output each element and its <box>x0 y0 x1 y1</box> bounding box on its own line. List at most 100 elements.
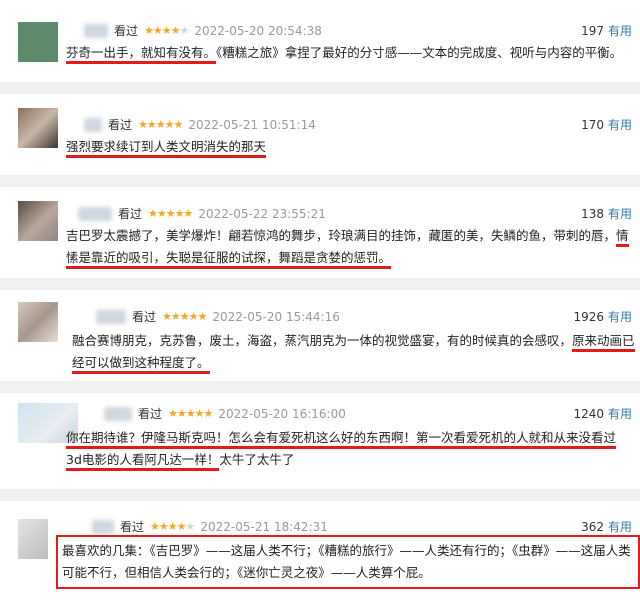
rating-stars: ★★★★★ <box>168 407 214 420</box>
review-time: 2022-05-20 20:54:38 <box>194 23 322 38</box>
username[interactable] <box>84 23 108 38</box>
review-time: 2022-05-20 15:44:16 <box>212 309 340 324</box>
vote-number: 1926 <box>573 310 604 324</box>
vote-number: 362 <box>581 520 604 534</box>
divider <box>0 82 640 94</box>
vote-count: 1926 有用 <box>573 308 632 325</box>
star-icon: ★ <box>152 24 163 37</box>
star-icon: ★ <box>167 520 178 533</box>
avatar[interactable] <box>18 201 58 241</box>
star-icon: ★ <box>150 520 160 533</box>
review-card: 看过 ★★★★★ 2022-05-21 18:42:31 362 有用 最喜欢的几… <box>0 501 640 601</box>
username[interactable] <box>84 117 102 132</box>
review-card: 看过 ★★★★★ 2022-05-20 20:54:38 197 有用 芬奇一出手… <box>0 0 640 82</box>
useful-button[interactable]: 有用 <box>608 24 632 38</box>
star-icon: ★ <box>161 24 172 37</box>
useful-button[interactable]: 有用 <box>608 118 632 132</box>
review-text: 融合赛博朋克，克苏鲁，废土，海盗，蒸汽朋克为一体的视觉盛宴，有的时候真的会感叹，… <box>72 330 637 374</box>
star-icon: ★ <box>144 24 154 37</box>
highlighted-text: 强烈要求续订到人类文明消失的那天 <box>66 139 267 158</box>
comment-text: 最喜欢的几集：《吉巴罗》——这届人类不行；《糟糕的旅行》——人类还有行的；《虫群… <box>62 543 631 580</box>
vote-count: 170 有用 <box>581 116 632 133</box>
review-action: 看过 <box>138 407 163 421</box>
review-action: 看过 <box>108 118 133 132</box>
vote-number: 170 <box>581 118 604 132</box>
review-card: 看过 ★★★★★ 2022-05-20 16:16:00 1240 有用 你在期待… <box>0 393 640 489</box>
avatar[interactable] <box>18 22 58 62</box>
review-time: 2022-05-21 10:51:14 <box>188 117 316 132</box>
rating-stars: ★★★★★ <box>148 207 194 220</box>
star-icon: ★ <box>162 310 172 323</box>
username[interactable] <box>96 309 126 324</box>
avatar[interactable] <box>18 108 58 148</box>
review-time: 2022-05-20 16:16:00 <box>218 406 346 421</box>
star-icon: ★ <box>179 310 190 323</box>
star-icon: ★ <box>138 118 148 131</box>
vote-number: 138 <box>581 207 604 221</box>
review-time: 2022-05-21 18:42:31 <box>200 519 328 534</box>
review-text: 芬奇一出手，就知有没有。《糟糕之旅》拿捏了最好的分寸感——文本的完成度、视听与内… <box>66 42 631 64</box>
review-card: 看过 ★★★★★ 2022-05-21 10:51:14 170 有用 强烈要求续… <box>0 94 640 175</box>
star-icon: ★ <box>176 520 187 533</box>
review-card: 看过 ★★★★★ 2022-05-20 15:44:16 1926 有用 融合赛博… <box>0 290 640 381</box>
review-meta: 看过 ★★★★★ 2022-05-22 23:55:21 <box>78 205 326 222</box>
review-meta: 看过 ★★★★★ 2022-05-21 18:42:31 <box>92 518 328 535</box>
avatar[interactable] <box>18 519 48 559</box>
review-meta: 看过 ★★★★★ 2022-05-20 15:44:16 <box>96 308 340 325</box>
comment-text: 《糟糕之旅》拿捏了最好的分寸感——文本的完成度、视听与内容的平衡。 <box>216 45 623 60</box>
divider <box>0 278 640 290</box>
divider <box>0 489 640 501</box>
star-icon: ★ <box>174 207 185 220</box>
review-meta: 看过 ★★★★★ 2022-05-20 16:16:00 <box>104 405 346 422</box>
avatar[interactable] <box>18 302 58 342</box>
star-icon: ★ <box>188 310 199 323</box>
highlighted-text: 你在期待谁？伊隆马斯克吗！ <box>66 430 229 449</box>
vote-count: 197 有用 <box>581 22 632 39</box>
star-icon: ★ <box>179 24 190 37</box>
comment-text: 融合赛博朋克，克苏鲁，废土，海盗，蒸汽朋克为一体的视觉盛宴，有的时候真的会感叹， <box>72 333 573 348</box>
star-icon: ★ <box>176 407 187 420</box>
useful-button[interactable]: 有用 <box>608 407 632 421</box>
review-text: 最喜欢的几集：《吉巴罗》——这届人类不行；《糟糕的旅行》——人类还有行的；《虫群… <box>56 535 640 589</box>
star-icon: ★ <box>170 310 181 323</box>
review-action: 看过 <box>132 310 157 324</box>
useful-button[interactable]: 有用 <box>608 310 632 324</box>
review-text: 吉巴罗太震撼了，美学爆炸！翩若惊鸿的舞步，玲琅满目的挂饰，藏匿的美，失鳞的鱼，带… <box>66 225 631 269</box>
review-meta: 看过 ★★★★★ 2022-05-21 10:51:14 <box>84 116 316 133</box>
review-card: 看过 ★★★★★ 2022-05-22 23:55:21 138 有用 吉巴罗太震… <box>0 187 640 278</box>
rating-stars: ★★★★★ <box>150 520 196 533</box>
vote-number: 197 <box>581 24 604 38</box>
vote-count: 1240 有用 <box>573 405 632 422</box>
star-icon: ★ <box>164 118 175 131</box>
divider <box>0 381 640 393</box>
useful-button[interactable]: 有用 <box>608 520 632 534</box>
username[interactable] <box>104 406 132 421</box>
star-icon: ★ <box>183 207 194 220</box>
review-action: 看过 <box>114 24 139 38</box>
star-icon: ★ <box>185 407 196 420</box>
review-action: 看过 <box>120 520 145 534</box>
rating-stars: ★★★★★ <box>138 118 184 131</box>
vote-number: 1240 <box>573 407 604 421</box>
star-icon: ★ <box>185 520 196 533</box>
username[interactable] <box>78 206 112 221</box>
star-icon: ★ <box>168 407 178 420</box>
comment-text: 太牛了太牛了 <box>219 452 295 467</box>
useful-button[interactable]: 有用 <box>608 207 632 221</box>
divider <box>0 175 640 187</box>
star-icon: ★ <box>156 207 167 220</box>
star-icon: ★ <box>155 118 166 131</box>
review-meta: 看过 ★★★★★ 2022-05-20 20:54:38 <box>84 22 322 39</box>
highlighted-text: 芬奇一出手，就知有没有。 <box>66 45 217 64</box>
star-icon: ★ <box>203 407 214 420</box>
star-icon: ★ <box>197 310 208 323</box>
rating-stars: ★★★★★ <box>162 310 208 323</box>
star-icon: ★ <box>194 407 205 420</box>
star-icon: ★ <box>170 24 181 37</box>
username[interactable] <box>92 519 114 534</box>
star-icon: ★ <box>173 118 184 131</box>
comment-text: 吉巴罗太震撼了，美学爆炸！翩若惊鸿的舞步，玲琅满目的挂饰，藏匿的美，失鳞的鱼，带… <box>66 228 617 243</box>
star-icon: ★ <box>148 207 158 220</box>
review-text: 强烈要求续订到人类文明消失的那天 <box>66 136 631 158</box>
star-icon: ★ <box>146 118 157 131</box>
